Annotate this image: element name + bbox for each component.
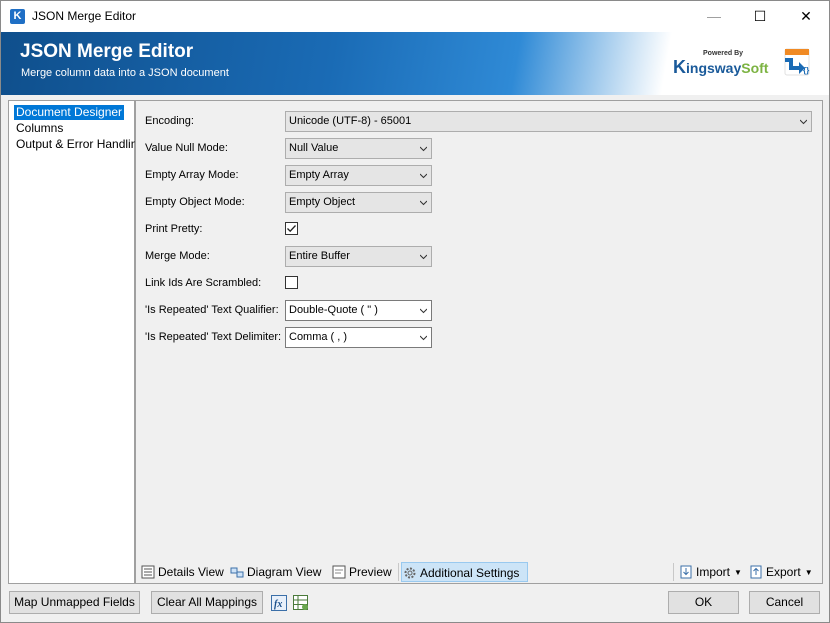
checkmark-icon (287, 225, 296, 233)
title-bar: K JSON Merge Editor — ☐ ✕ (1, 1, 829, 32)
chevron-down-icon (420, 308, 427, 314)
tab-divider (673, 563, 674, 581)
export-icon (750, 565, 762, 579)
diagram-view-icon (230, 567, 244, 578)
nav-item-document-designer[interactable]: Document Designer (14, 105, 125, 120)
tab-diagram-view[interactable]: Diagram View (229, 562, 321, 582)
text-qualifier-value: Double-Quote ( " ) (289, 304, 378, 316)
tab-details-view[interactable]: Details View (140, 562, 224, 582)
text-delimiter-select[interactable]: Comma ( , ) (285, 327, 432, 348)
powered-by-text: Powered By (703, 50, 744, 57)
empty-object-mode-select[interactable]: Empty Object (285, 192, 432, 213)
json-merge-editor-window: K JSON Merge Editor — ☐ ✕ JSON Merge Edi… (0, 0, 830, 623)
nav-item-output-error-handling[interactable]: Output & Error Handling (14, 137, 146, 152)
empty-array-mode-value: Empty Array (289, 169, 349, 181)
chevron-down-icon (420, 173, 427, 179)
svg-text:fx: fx (274, 599, 282, 610)
brand-name: KingswaySoft (673, 57, 769, 77)
import-button[interactable]: Import ▼ (678, 562, 742, 582)
svg-text:{}: {} (803, 66, 809, 75)
encoding-select[interactable]: Unicode (UTF-8) - 65001 (285, 111, 812, 132)
export-label: Export (766, 565, 801, 579)
view-tab-bar: Details View Diagram View Preview Additi… (136, 561, 822, 583)
json-document-icon: {} (781, 46, 813, 78)
header-banner: JSON Merge Editor Merge column data into… (1, 32, 829, 95)
print-pretty-label: Print Pretty: (145, 223, 203, 235)
text-qualifier-select[interactable]: Double-Quote ( " ) (285, 300, 432, 321)
value-null-mode-select[interactable]: Null Value (285, 138, 432, 159)
import-icon (680, 565, 692, 579)
chevron-down-icon (420, 335, 427, 341)
encoding-value: Unicode (UTF-8) - 65001 (289, 115, 412, 127)
banner-title: JSON Merge Editor (20, 41, 194, 62)
caret-down-icon: ▼ (804, 567, 813, 577)
navigation-pane: Document Designer Columns Output & Error… (8, 100, 144, 584)
table-settings-icon[interactable] (293, 595, 309, 611)
link-ids-scrambled-checkbox[interactable] (285, 276, 298, 289)
text-delimiter-value: Comma ( , ) (289, 331, 348, 343)
preview-icon (332, 565, 346, 579)
settings-panel: Encoding: Unicode (UTF-8) - 65001 Value … (135, 100, 823, 584)
banner-subtitle: Merge column data into a JSON document (21, 67, 229, 79)
value-null-mode-label: Value Null Mode: (145, 142, 228, 154)
minimize-button[interactable]: — (691, 1, 737, 32)
text-qualifier-label: 'Is Repeated' Text Qualifier: (145, 304, 279, 316)
export-button[interactable]: Export ▼ (748, 562, 813, 582)
gear-icon (404, 567, 416, 579)
chevron-down-icon (420, 254, 427, 260)
tab-preview[interactable]: Preview (331, 562, 392, 582)
tab-diagram-view-label: Diagram View (247, 565, 322, 579)
chevron-down-icon (420, 146, 427, 152)
maximize-button[interactable]: ☐ (737, 1, 783, 32)
chevron-down-icon (800, 119, 807, 125)
empty-array-mode-label: Empty Array Mode: (145, 169, 239, 181)
tab-details-view-label: Details View (158, 565, 224, 579)
chevron-down-icon (420, 200, 427, 206)
window-title: JSON Merge Editor (32, 9, 137, 23)
cancel-button[interactable]: Cancel (749, 591, 820, 614)
tab-preview-label: Preview (349, 565, 392, 579)
kingsway-app-icon: K (10, 9, 25, 24)
tab-additional-settings-label: Additional Settings (420, 566, 520, 580)
expression-fx-icon[interactable]: fx (271, 595, 287, 611)
map-unmapped-fields-button[interactable]: Map Unmapped Fields (9, 591, 140, 614)
import-label: Import (696, 565, 731, 579)
tab-additional-settings[interactable]: Additional Settings (401, 562, 528, 582)
tab-divider (398, 563, 399, 581)
nav-item-columns[interactable]: Columns (14, 121, 65, 136)
link-ids-scrambled-label: Link Ids Are Scrambled: (145, 277, 262, 289)
merge-mode-select[interactable]: Entire Buffer (285, 246, 432, 267)
merge-mode-value: Entire Buffer (289, 250, 350, 262)
empty-array-mode-select[interactable]: Empty Array (285, 165, 432, 186)
caret-down-icon: ▼ (734, 567, 742, 577)
encoding-label: Encoding: (145, 115, 194, 127)
merge-mode-label: Merge Mode: (145, 250, 210, 262)
value-null-mode-value: Null Value (289, 142, 339, 154)
empty-object-mode-label: Empty Object Mode: (145, 196, 245, 208)
details-view-icon (141, 565, 155, 579)
print-pretty-checkbox[interactable] (285, 222, 298, 235)
kingswaysoft-logo: Powered By KingswaySoft (673, 50, 768, 77)
main-area: Document Designer Columns Output & Error… (8, 100, 823, 584)
close-button[interactable]: ✕ (783, 1, 829, 32)
empty-object-mode-value: Empty Object (289, 196, 356, 208)
text-delimiter-label: 'Is Repeated' Text Delimiter: (145, 331, 282, 343)
ok-button[interactable]: OK (668, 591, 739, 614)
clear-all-mappings-button[interactable]: Clear All Mappings (151, 591, 263, 614)
